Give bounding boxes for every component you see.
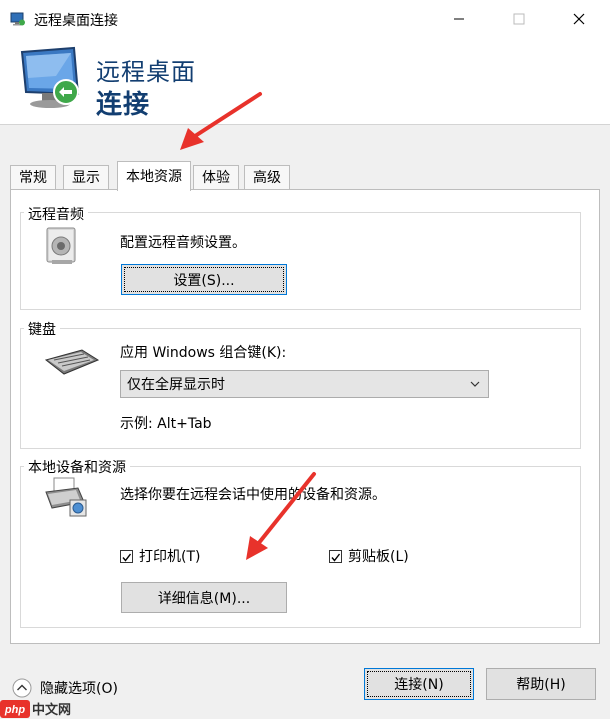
banner-title-line2: 连接 — [96, 90, 151, 120]
tab-experience-label: 体验 — [202, 170, 230, 186]
close-icon — [573, 13, 585, 25]
window-title: 远程桌面连接 — [34, 13, 118, 29]
remote-audio-group — [20, 212, 581, 310]
tab-general-label: 常规 — [19, 170, 47, 186]
connect-button-label: 连接(N) — [394, 677, 444, 693]
header-banner — [0, 38, 610, 125]
annotation-arrow-top — [180, 92, 262, 150]
connect-button[interactable]: 连接(N) — [364, 668, 474, 700]
close-button[interactable] — [556, 0, 602, 38]
help-button-label: 帮助(H) — [516, 677, 566, 693]
minimize-button[interactable] — [436, 0, 482, 38]
windows-keys-selected-value: 仅在全屏显示时 — [127, 377, 225, 393]
maximize-button[interactable] — [496, 0, 542, 38]
audio-settings-button-label: 设置(S)... — [173, 272, 235, 289]
help-button[interactable]: 帮助(H) — [486, 668, 596, 700]
remote-audio-description: 配置远程音频设置。 — [120, 235, 246, 251]
chevron-up-circle-icon — [12, 678, 32, 698]
printers-label: 打印机(T) — [139, 549, 201, 565]
apply-windows-keys-label: 应用 Windows 组合键(K): — [120, 345, 287, 361]
tab-local-resources-label: 本地资源 — [126, 169, 182, 185]
local-devices-title: 本地设备和资源 — [24, 457, 130, 477]
windows-keys-select[interactable]: 仅在全屏显示时 — [120, 370, 489, 398]
tab-display[interactable]: 显示 — [63, 165, 109, 189]
speaker-icon — [46, 227, 76, 264]
annotation-arrow-bottom — [246, 472, 316, 560]
watermark-text: 中文网 — [32, 703, 72, 718]
minimize-icon — [454, 18, 464, 20]
banner-title-line1: 远程桌面 — [96, 58, 196, 86]
tab-experience[interactable]: 体验 — [193, 165, 239, 189]
title-bar[interactable]: 远程桌面连接 — [0, 0, 610, 39]
tab-local-resources[interactable]: 本地资源 — [117, 161, 191, 191]
hide-options-toggle[interactable]: 隐藏选项(O) — [12, 678, 118, 698]
audio-settings-button[interactable]: 设置(S)... — [121, 264, 287, 295]
clipboard-checkbox[interactable] — [329, 549, 342, 563]
printers-checkbox[interactable] — [120, 549, 133, 563]
printers-checkbox-row[interactable]: 打印机(T) — [120, 546, 200, 566]
svg-text:php: php — [4, 704, 25, 716]
printer-devices-icon — [45, 477, 87, 517]
more-details-button-label: 详细信息(M)... — [157, 590, 251, 607]
chevron-down-icon — [470, 381, 480, 387]
tab-advanced-label: 高级 — [253, 170, 281, 186]
checkmark-icon — [122, 553, 132, 562]
tab-general[interactable]: 常规 — [10, 165, 56, 189]
clipboard-label: 剪贴板(L) — [348, 549, 409, 565]
checkmark-icon — [331, 553, 341, 562]
more-details-button[interactable]: 详细信息(M)... — [121, 582, 287, 613]
keyboard-icon — [44, 349, 100, 375]
keyboard-example-text: 示例: Alt+Tab — [120, 416, 212, 432]
remote-desktop-app-icon — [10, 12, 25, 26]
hide-options-label: 隐藏选项(O) — [40, 681, 118, 697]
clipboard-checkbox-row[interactable]: 剪贴板(L) — [329, 546, 409, 566]
watermark: php 中文网 — [0, 698, 71, 719]
keyboard-title: 键盘 — [24, 319, 60, 339]
remote-audio-title: 远程音频 — [24, 204, 88, 224]
tab-display-label: 显示 — [72, 170, 100, 186]
maximize-icon — [513, 13, 525, 25]
remote-desktop-monitor-icon — [20, 46, 80, 108]
php-logo-icon: php — [0, 699, 30, 718]
tab-advanced[interactable]: 高级 — [244, 165, 290, 189]
